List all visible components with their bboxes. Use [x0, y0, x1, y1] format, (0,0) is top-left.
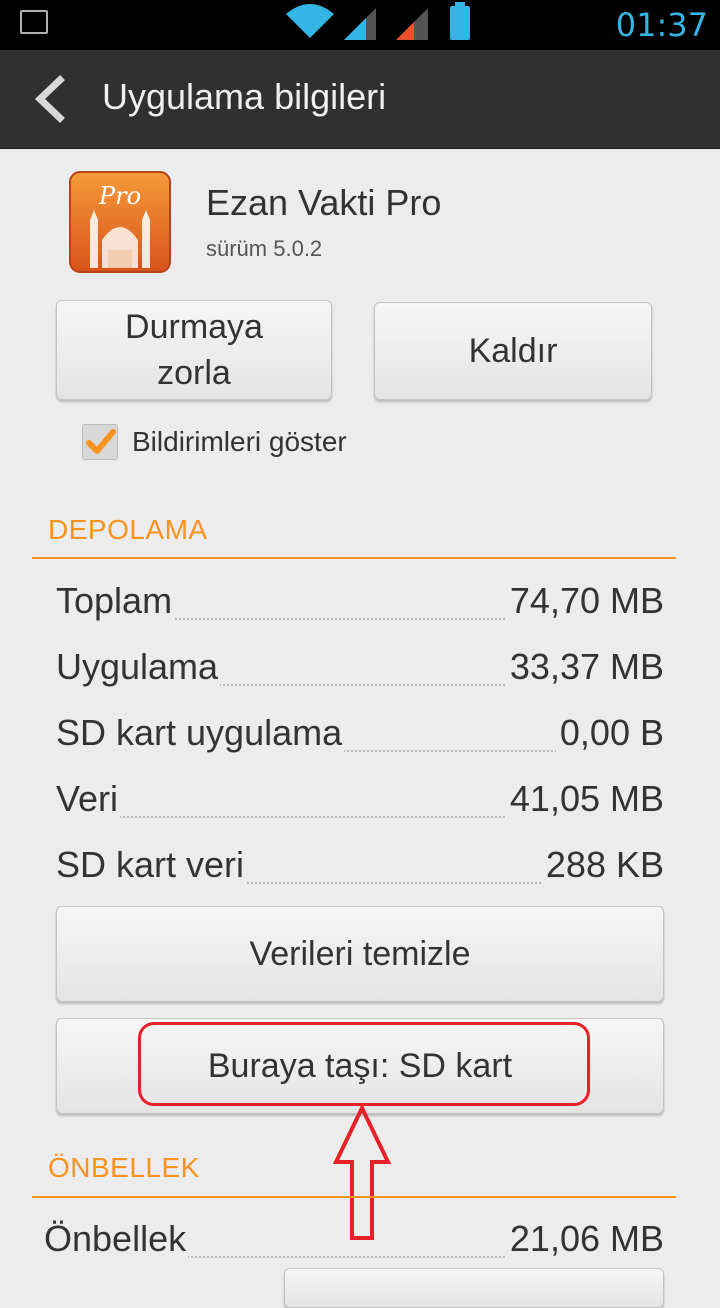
- show-notifications-label: Bildirimleri göster: [132, 426, 347, 457]
- signal-sim1-icon: [344, 8, 376, 40]
- storage-row-app: Uygulama 33,37 MB: [56, 646, 664, 690]
- storage-row-sd-data: SD kart veri 288 KB: [56, 844, 664, 888]
- page-title: Uygulama bilgileri: [102, 76, 387, 117]
- clock: 01:37: [615, 6, 708, 44]
- storage-row-data: Veri 41,05 MB: [56, 778, 664, 822]
- status-icons: [286, 2, 470, 40]
- clear-cache-button[interactable]: [284, 1268, 664, 1308]
- show-notifications-checkbox[interactable]: [82, 424, 118, 460]
- storage-row-sd-app: SD kart uygulama 0,00 B: [56, 712, 664, 756]
- status-bar: 01:37: [0, 0, 720, 50]
- row-value: 41,05 MB: [505, 778, 664, 820]
- row-label: Toplam: [56, 580, 175, 622]
- app-version: sürüm 5.0.2: [206, 236, 323, 261]
- row-value: 288 KB: [541, 844, 664, 886]
- battery-icon: [450, 2, 470, 40]
- annotation-highlight-box: [138, 1022, 590, 1106]
- row-value: 21,06 MB: [505, 1218, 664, 1260]
- force-stop-label-line1: Durmaya: [125, 308, 263, 346]
- force-stop-button[interactable]: Durmaya zorla: [56, 300, 332, 400]
- cache-section-header: ÖNBELLEK: [48, 1152, 200, 1183]
- svg-text:Pro: Pro: [98, 182, 141, 210]
- row-label: SD kart uygulama: [56, 712, 345, 754]
- cache-divider: [32, 1196, 676, 1198]
- action-bar: Uygulama bilgileri: [0, 50, 720, 149]
- storage-section-header: DEPOLAMA: [48, 514, 208, 545]
- row-label: Önbellek: [44, 1218, 189, 1260]
- storage-row-total: Toplam 74,70 MB: [56, 580, 664, 624]
- force-stop-label-line2: zorla: [157, 354, 231, 392]
- row-label: SD kart veri: [56, 844, 247, 886]
- row-value: 0,00 B: [555, 712, 664, 754]
- clear-data-button[interactable]: Verileri temizle: [56, 906, 664, 1002]
- storage-divider: [32, 557, 676, 559]
- row-value: 74,70 MB: [505, 580, 664, 622]
- app-icon: Pro: [69, 171, 171, 273]
- wifi-icon: [286, 4, 334, 38]
- cache-row: Önbellek 21,06 MB: [44, 1218, 664, 1262]
- back-arrow-icon[interactable]: [28, 74, 72, 124]
- signal-sim2-icon: [396, 8, 428, 40]
- row-label: Veri: [56, 778, 121, 820]
- checkmark-icon: [86, 429, 116, 454]
- row-label: Uygulama: [56, 646, 221, 688]
- uninstall-button[interactable]: Kaldır: [374, 302, 652, 400]
- row-value: 33,37 MB: [505, 646, 664, 688]
- gallery-notification-icon: [20, 10, 48, 34]
- app-name: Ezan Vakti Pro: [206, 182, 442, 223]
